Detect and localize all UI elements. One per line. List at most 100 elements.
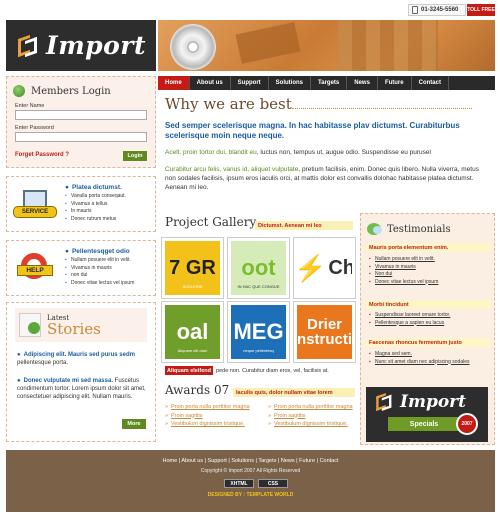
header-banner-image [158,20,495,71]
document-check-icon [19,313,41,337]
nav-item-future[interactable]: Future [378,76,412,90]
award-link[interactable]: Proin sagittis [165,412,250,421]
speech-bubble-icon [367,223,382,235]
nav-item-news[interactable]: News [347,76,378,90]
gallery-thumb[interactable]: oal Aliquam elit dum [161,301,224,363]
intro-paragraph: Acelt. proin tortor dui, blandit eu, luc… [165,149,431,156]
name-input[interactable] [15,110,147,120]
gallery-tag: Dictumst. Aenean mi leo [255,221,353,230]
testimonial-heading: Faecenas rhoncus fermentum justo [366,338,491,347]
promo-list: Vanulla porta conseqaut. Vivamus a tellu… [65,193,126,223]
help-promo: HELP ●Pellentesqget odio Nullam posuere … [6,240,156,296]
nav-item-contact[interactable]: Contact [412,76,449,90]
promo-title[interactable]: ● Platea dictumst. [65,184,126,191]
nav-item-targets[interactable]: Targets [311,76,348,90]
testimonial-list: Suspendisse laoreet ornare tortor. Pelle… [369,312,450,327]
promo-title[interactable]: ● Pellentesqget odio [65,248,134,255]
gallery-thumb[interactable]: MEG neque pellentesq [227,301,290,363]
gallery-thumb[interactable]: 7 GR SCELERIS [161,237,224,299]
list-item[interactable]: In mauris [65,208,126,216]
footer: Home | About us | Support | Solutions | … [6,450,495,512]
footer-link-solutions[interactable]: Solutions [231,458,254,464]
phone-box: 01-3245-5560 [408,4,466,16]
list-item[interactable]: Nunc sit amet diam nec adipiscing sodale… [369,359,470,367]
awards-tag: Iaculis quis, dolor nullam vitae lorem [233,388,355,397]
gallery-title: Project Gallery [165,215,257,229]
footer-link-about-us[interactable]: About us [181,458,203,464]
phone-number: 01-3245-5560 [421,7,459,13]
footer-link-support[interactable]: Support [208,458,227,464]
login-title: Members Login [31,85,111,97]
testimonial-list: Magna sed sem. Nunc sit amet diam nec ad… [369,351,470,366]
intro-lead: Sed semper scelerisque magna. In hac hab… [165,121,460,140]
logo-mark-icon [376,393,394,411]
list-item[interactable]: Vivamus a tellus [65,201,126,209]
nav-item-support[interactable]: Support [231,76,269,90]
list-item[interactable]: Nullam posuere elit in velit. [65,257,134,265]
award-link[interactable]: Vestibulum dignissim tristique. [268,420,353,429]
list-item[interactable]: Suspendisse laoreet ornare tortor. [369,312,450,320]
awards-title: Awards 07 [165,383,230,397]
testimonial-heading: Mauris porta elementum enim. [366,243,491,252]
award-link[interactable]: Proin porta nulla porttitor magna [268,403,353,412]
help-lifebuoy-icon[interactable]: HELP [15,253,55,285]
list-item[interactable]: Donec vitae lectus vel ipsum [369,279,438,287]
story-link[interactable]: Donec vulputate mi sed massa. [24,378,113,384]
list-item[interactable]: Donec vitae lectus vel ipsum [65,280,134,288]
forgot-password-link[interactable]: Forget Password ? [15,152,69,158]
footer-link-home[interactable]: Home [162,458,177,464]
designer-credit[interactable]: DESIGNED BY : TEMPLATE WORLD [6,492,495,498]
copyright: Copyright © Import 2007 All Rights Reser… [200,468,301,474]
specials-label: Specials [388,417,460,431]
login-button[interactable]: Login [123,151,147,161]
list-item[interactable]: Nullam posuere elit in velit. [369,256,438,264]
members-icon [13,85,25,97]
gallery-thumb[interactable]: oot IN HAC QUE CONGUE [227,237,290,299]
list-item[interactable]: Donec rutrum metus [65,216,126,224]
testimonial-heading: Morbi tincidunt [366,300,491,309]
promo-list: Nullam posuere elit in velit. Vivamus in… [65,257,134,287]
list-item[interactable]: Vanulla porta conseqaut. [65,193,126,201]
nav-item-solutions[interactable]: Solutions [269,76,312,90]
list-item[interactable]: Vivamus in mauris [65,265,134,273]
intro-paragraph: Curabitur arcu felis, vanus id, aliquet … [165,166,479,191]
logo-text: Import [46,31,147,60]
gallery-thumb[interactable]: Drier nstructi [293,301,356,363]
gallery-caption: Aliquam eleifend pede non. Curabitur dia… [165,366,329,375]
footer-link-future[interactable]: Future [299,458,315,464]
nav-item-about-us[interactable]: About us [190,76,231,90]
validation-badges: XHTML CSS [224,479,288,488]
award-link[interactable]: Proin porta nulla porttitor magna [165,403,250,412]
awards-list-left: Proin porta nulla porttitor magna Proin … [165,403,250,429]
site-logo[interactable]: Import [6,20,156,71]
footer-link-news[interactable]: News [281,458,295,464]
testimonial-list: Nullam posuere elit in velit. Vivamus in… [369,256,438,286]
footer-link-contact[interactable]: Contact [320,458,339,464]
story-link[interactable]: Adipiscing elit. Mauris sed purus sedm [24,352,135,358]
gallery-thumb[interactable]: ⚡ Ch [293,237,356,299]
list-item[interactable]: non dui [65,272,134,280]
service-icon[interactable]: SERVICE [13,190,57,220]
list-item[interactable]: Magna sed sem. [369,351,470,359]
service-promo: SERVICE ●Platea dictumst. Vanulla porta … [6,176,156,232]
xhtml-badge[interactable]: XHTML [224,479,254,488]
css-badge[interactable]: CSS [258,479,288,488]
award-link[interactable]: Vestibulum dignissim tristique. [165,420,250,429]
password-label: Enter Password [15,125,54,131]
nav-item-home[interactable]: Home [158,76,190,90]
list-item[interactable]: Non dui [369,271,438,279]
specials-banner[interactable]: Import Specials 2007 [366,387,488,442]
members-login-panel: Members Login Enter Name Enter Password … [6,76,156,168]
list-item[interactable]: Pellentesque a sapien eu lacus [369,320,450,328]
specials-seal: 2007 [456,413,478,435]
password-input[interactable] [15,132,147,142]
stories-title: Stories [47,320,101,338]
cd-disc-image [170,24,216,70]
more-button[interactable]: More [122,419,146,429]
footer-links: Home | About us | Support | Solutions | … [162,458,339,464]
footer-link-targets[interactable]: Targets [258,458,276,464]
award-link[interactable]: Proin sagittis [268,412,353,421]
toll-free-badge: TOLL FREE [467,4,495,16]
list-item[interactable]: Vivamus in mauris [369,264,438,272]
testimonials-title: Testimonials [387,223,451,235]
